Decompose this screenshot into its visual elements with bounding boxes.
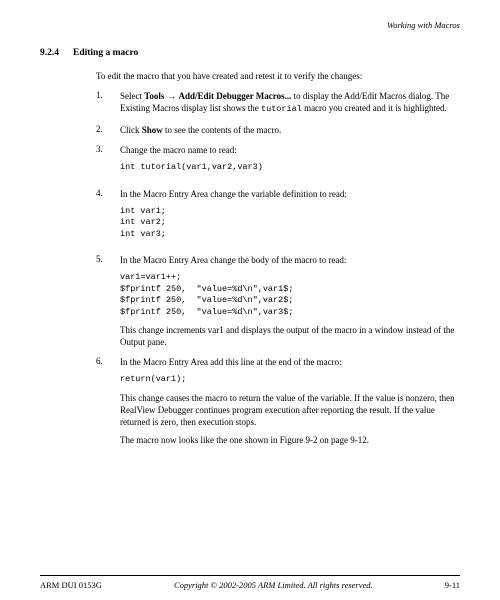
step-item: 6. In the Macro Entry Area add this line… [96, 356, 460, 446]
chapter-header: Working with Macros [40, 20, 460, 30]
code-block: int var1; int var2; int var3; [120, 206, 460, 240]
section-title: Editing a macro [73, 48, 138, 58]
step-item: 2. Click Show to see the contents of the… [96, 124, 460, 136]
footer-doc-id: ARM DUI 0153G [40, 580, 102, 590]
code-block: return(var1); [120, 374, 460, 385]
step-text: Click [120, 125, 142, 135]
step-text: Select [120, 91, 144, 101]
step-number: 2. [96, 124, 106, 136]
step-text: macro you created and it is highlighted. [302, 103, 447, 113]
intro-text: To edit the macro that you have created … [96, 70, 460, 82]
button-name-bold: Show [142, 125, 163, 135]
section-heading: 9.2.4 Editing a macro [40, 48, 460, 58]
footer-copyright: Copyright © 2002-2005 ARM Limited. All r… [174, 580, 373, 590]
step-text: In the Macro Entry Area change the body … [120, 254, 460, 266]
menu-item-bold: Add/Edit Debugger Macros... [178, 91, 291, 101]
step-text: Change the macro name to read: [120, 144, 460, 156]
step-after-text: This change increments var1 and displays… [120, 324, 460, 348]
step-after-text: This change causes the macro to return t… [120, 392, 460, 428]
step-number: 3. [96, 144, 106, 180]
step-text: In the Macro Entry Area add this line at… [120, 356, 460, 368]
arrow-icon: → [164, 91, 178, 101]
section-number: 9.2.4 [40, 48, 59, 58]
code-block: int tutorial(var1,var2,var3) [120, 162, 460, 173]
step-body: In the Macro Entry Area change the body … [120, 254, 460, 348]
step-after-text: The macro now looks like the one shown i… [120, 434, 460, 446]
step-item: 4. In the Macro Entry Area change the va… [96, 188, 460, 247]
page-footer: ARM DUI 0153G Copyright © 2002-2005 ARM … [40, 575, 460, 590]
step-number: 4. [96, 188, 106, 247]
step-body: Click Show to see the contents of the ma… [120, 124, 460, 136]
step-body: Select Tools → Add/Edit Debugger Macros.… [120, 90, 460, 116]
footer-page-number: 9-11 [445, 580, 460, 590]
menu-item-bold: Tools [144, 91, 164, 101]
step-number: 1. [96, 90, 106, 116]
code-block: var1=var1++; $fprintf 250, "value=%d\n",… [120, 272, 460, 318]
step-text: In the Macro Entry Area change the varia… [120, 188, 460, 200]
step-item: 1. Select Tools → Add/Edit Debugger Macr… [96, 90, 460, 116]
step-item: 5. In the Macro Entry Area change the bo… [96, 254, 460, 348]
step-item: 3. Change the macro name to read: int tu… [96, 144, 460, 180]
code-inline: tutorial [261, 104, 302, 114]
step-text: to see the contents of the macro. [163, 125, 281, 135]
step-body: Change the macro name to read: int tutor… [120, 144, 460, 180]
step-number: 6. [96, 356, 106, 446]
step-number: 5. [96, 254, 106, 348]
step-body: In the Macro Entry Area add this line at… [120, 356, 460, 446]
step-body: In the Macro Entry Area change the varia… [120, 188, 460, 247]
steps-list: 1. Select Tools → Add/Edit Debugger Macr… [96, 90, 460, 446]
